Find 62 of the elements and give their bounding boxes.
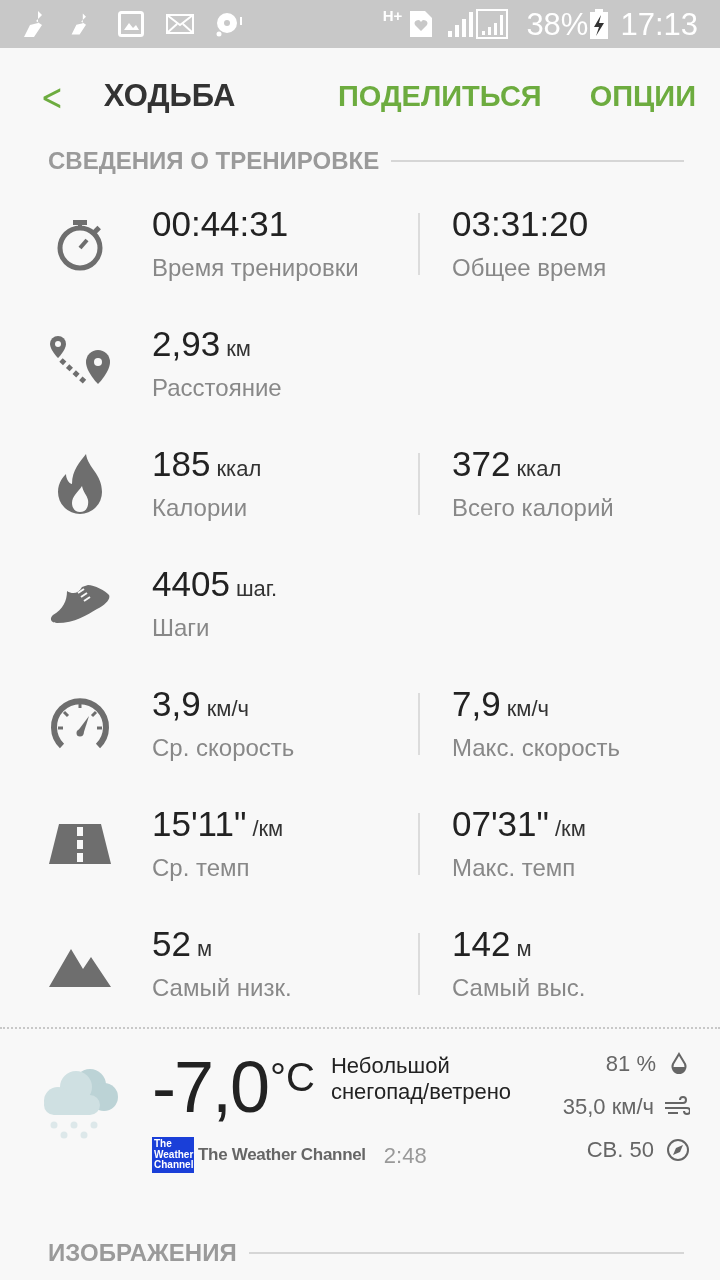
humidity: 81 %	[605, 1050, 656, 1078]
disc-icon	[216, 11, 244, 37]
signal-icon	[446, 11, 475, 37]
wind-speed: 35,0 км/ч	[562, 1093, 654, 1121]
provider-logo: The Weather Channel	[152, 1137, 194, 1173]
stat-label: Макс. скорость	[452, 732, 622, 763]
battery-charging-icon	[590, 9, 609, 39]
stat-unit: /км	[554, 815, 586, 844]
stat-label: Ср. скорость	[152, 732, 296, 763]
section-header: ИЗОБРАЖЕНИЯ	[48, 1238, 237, 1268]
stat-label: Ср. темп	[152, 852, 251, 883]
mail-icon	[166, 14, 194, 34]
sim-heart-icon	[410, 11, 433, 37]
section-header: СВЕДЕНИЯ О ТРЕНИРОВКЕ	[48, 146, 380, 176]
stat-unit: шаг.	[235, 575, 278, 604]
stat-unit: км	[226, 335, 251, 364]
flame-icon	[56, 452, 104, 516]
stat-value: 03:31:20	[452, 203, 589, 246]
wind-icon	[664, 1095, 690, 1118]
stat-value: 07'31"	[452, 803, 549, 846]
weather-condition: Небольшой снегопад/ветрено	[330, 1053, 513, 1106]
stat-label: Макс. темп	[452, 852, 577, 883]
screen-title: ХОДЬБА	[103, 77, 237, 116]
stat-value: 3,9	[152, 683, 201, 726]
stat-label: Расстояние	[152, 372, 283, 403]
stat-unit: км/ч	[206, 695, 249, 724]
wind-direction: СВ. 50	[586, 1136, 654, 1164]
stat-label: Шаги	[152, 612, 211, 643]
stat-value: 4405	[152, 563, 230, 606]
stat-value: 00:44:31	[152, 203, 289, 246]
stat-label: Всего калорий	[452, 492, 615, 523]
stat-label: Время тренировки	[152, 252, 360, 283]
provider-name: The Weather Channel	[198, 1144, 366, 1167]
stat-unit: м	[196, 935, 213, 964]
stat-unit: м	[516, 935, 532, 964]
stat-label: Калории	[152, 492, 249, 523]
stat-value: 2,93	[152, 323, 221, 366]
road-icon	[49, 824, 111, 864]
update-time: 2:48	[383, 1141, 427, 1170]
compass-icon	[666, 1137, 690, 1162]
stat-label: Общее время	[452, 252, 608, 283]
stat-value: 372	[452, 443, 511, 486]
stat-label: Самый выс.	[452, 972, 587, 1003]
image-icon	[118, 11, 144, 37]
stat-label: Самый низк.	[152, 972, 293, 1003]
temperature: -7,0	[152, 1051, 269, 1123]
stat-unit: км/ч	[506, 695, 549, 724]
stat-value: 142	[452, 923, 511, 966]
stat-value: 15'11"	[152, 803, 247, 846]
speedometer-icon	[50, 698, 110, 750]
action-button[interactable]: ОПЦИИ	[589, 74, 696, 119]
stat-value: 52	[152, 923, 191, 966]
stat-unit: ккал	[516, 455, 562, 484]
back-button[interactable]: <	[40, 77, 64, 116]
sneaker-icon	[50, 583, 110, 625]
signal-icon	[476, 9, 509, 39]
temperature-unit: °C	[270, 1057, 315, 1097]
stat-unit: ккал	[216, 455, 262, 484]
stat-value: 185	[152, 443, 211, 486]
stat-value: 7,9	[452, 683, 501, 726]
action-button[interactable]: ПОДЕЛИТЬСЯ	[337, 74, 542, 119]
stat-unit: /км	[252, 815, 284, 844]
